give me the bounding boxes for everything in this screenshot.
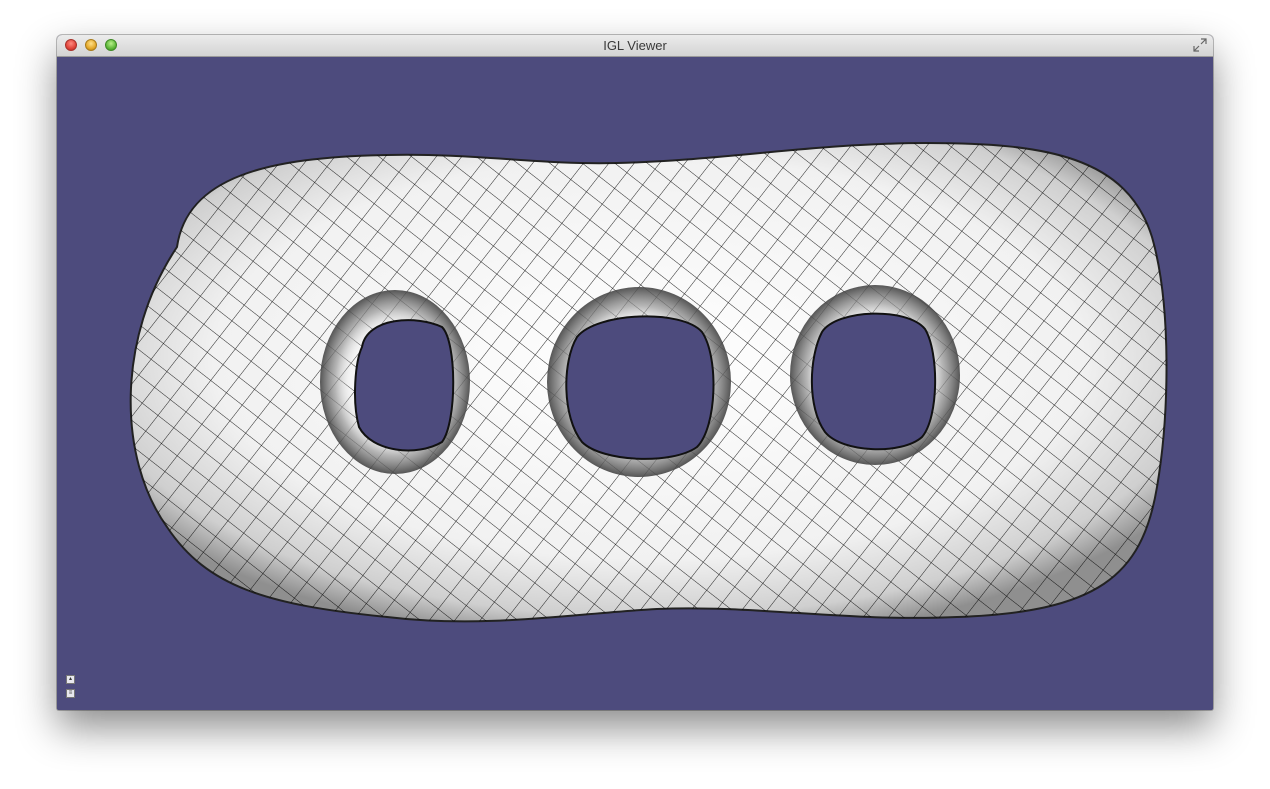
fullscreen-icon[interactable] — [1193, 38, 1207, 52]
settings-icon[interactable]: ≡ — [66, 689, 75, 698]
title-bar[interactable]: IGL Viewer — [57, 35, 1213, 57]
hole-middle — [565, 315, 715, 460]
window-title: IGL Viewer — [603, 38, 667, 53]
igl-viewer-window: IGL Viewer ▴ ≡ — [57, 35, 1213, 710]
3d-viewport[interactable]: ▴ ≡ — [57, 57, 1213, 710]
hole-right — [810, 312, 937, 451]
collapse-icon[interactable]: ▴ — [66, 675, 75, 684]
mesh-render — [129, 141, 1168, 623]
hole-left — [354, 319, 455, 452]
